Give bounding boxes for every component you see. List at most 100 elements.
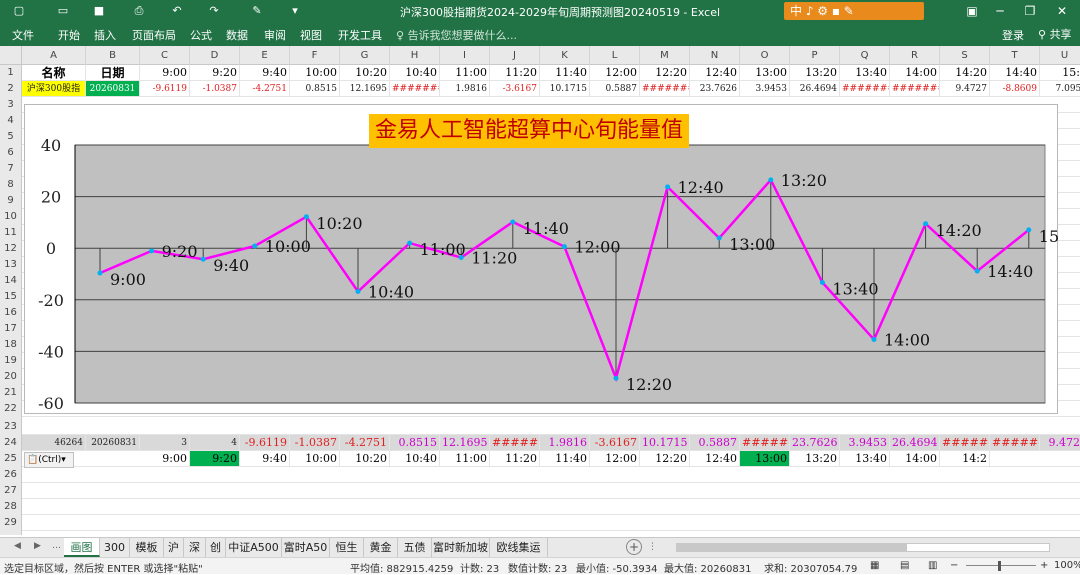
sheet-tab[interactable]: 富时新加坡 [432, 538, 490, 557]
cell[interactable]: 1.9816 [440, 81, 490, 97]
row-header[interactable]: 14 [0, 273, 21, 289]
cell[interactable]: 14:00 [890, 65, 940, 81]
data-point[interactable] [923, 221, 929, 227]
row-header[interactable]: 8 [0, 177, 21, 193]
tab-formulas[interactable]: 公式 [190, 27, 212, 43]
cell[interactable]: 15:0 [1040, 65, 1080, 81]
chart-title[interactable]: 金易人工智能超算中心旬能量值 [369, 114, 690, 148]
save-icon[interactable]: ■ [90, 3, 108, 19]
cell[interactable]: 11:40 [540, 451, 590, 467]
data-point[interactable] [871, 337, 877, 343]
row-header[interactable]: 11 [0, 225, 21, 241]
cell[interactable]: 12:00 [590, 451, 640, 467]
cell[interactable]: 0.8515 [290, 81, 340, 97]
cell[interactable]: 4 [190, 435, 240, 451]
cell[interactable]: 13:40 [840, 451, 890, 467]
column-header[interactable]: H [390, 46, 440, 65]
new-file-icon[interactable]: ▭ [54, 3, 72, 19]
tab-insert[interactable]: 插入 [94, 27, 116, 43]
cell[interactable]: 1.9816 [540, 435, 590, 451]
row-header[interactable]: 2 [0, 81, 21, 97]
column-header[interactable]: O [740, 46, 790, 65]
restore-icon[interactable]: ❐ [1016, 2, 1044, 20]
data-point[interactable] [665, 184, 671, 190]
sheet-tab[interactable]: 黄金 [364, 538, 398, 557]
format-painter-icon[interactable]: ✎ [248, 3, 266, 19]
tab-data[interactable]: 数据 [226, 27, 248, 43]
cell[interactable]: 9:40 [240, 65, 290, 81]
cell[interactable]: ######## [740, 435, 790, 451]
cell[interactable]: 9:00 [140, 65, 190, 81]
sheet-tab[interactable]: 中证A500 [226, 538, 282, 557]
column-header[interactable]: D [190, 46, 240, 65]
cell[interactable]: 3.9453 [740, 81, 790, 97]
row-header[interactable]: 13 [0, 257, 21, 273]
cell[interactable]: 11:00 [440, 65, 490, 81]
cell[interactable]: 10.1715 [640, 435, 690, 451]
data-point[interactable] [97, 270, 103, 276]
cell[interactable]: 20260831 [86, 81, 140, 97]
column-header[interactable]: S [940, 46, 990, 65]
column-header[interactable]: M [640, 46, 690, 65]
column-header[interactable]: J [490, 46, 540, 65]
cell[interactable]: -4.2751 [240, 81, 290, 97]
cell[interactable]: -4.2751 [340, 435, 390, 451]
cell[interactable]: 名称 [22, 65, 86, 81]
tab-file[interactable]: 文件 [12, 27, 34, 43]
cell[interactable]: ######## [940, 435, 990, 451]
cell[interactable]: 46264 [22, 435, 86, 451]
cell[interactable]: 11:20 [490, 451, 540, 467]
tab-home[interactable]: 开始 [58, 27, 80, 43]
cell[interactable]: 12:00 [590, 65, 640, 81]
sheet-tab[interactable]: 创 [206, 538, 226, 557]
cell[interactable]: 3.9453 [840, 435, 890, 451]
cell[interactable]: ######## [390, 81, 440, 97]
row-header[interactable]: 9 [0, 193, 21, 209]
cell[interactable]: ######## [890, 81, 940, 97]
cell[interactable]: 14:40 [990, 65, 1040, 81]
cell[interactable]: -8.8609 [990, 81, 1040, 97]
cell[interactable]: -3.6167 [490, 81, 540, 97]
sheet-tab[interactable]: 画图 [64, 538, 100, 557]
cell[interactable]: 9:00 [140, 451, 190, 467]
cell[interactable]: 13:00 [740, 65, 790, 81]
cell[interactable]: 14:00 [890, 451, 940, 467]
data-point[interactable] [974, 268, 980, 274]
data-point[interactable] [252, 243, 258, 249]
data-point[interactable] [200, 256, 206, 262]
minimize-icon[interactable]: ─ [986, 2, 1014, 20]
tab-developer[interactable]: 开发工具 [338, 27, 382, 43]
zoom-level[interactable]: 100% [1054, 560, 1080, 571]
prev-sheet-icon[interactable]: ◀ [14, 541, 21, 551]
cell[interactable]: 9:40 [240, 451, 290, 467]
data-point[interactable] [510, 219, 516, 225]
row-header[interactable]: 23 [0, 419, 21, 435]
column-header[interactable]: L [590, 46, 640, 65]
cell[interactable]: 0.8515 [390, 435, 440, 451]
cell[interactable]: 13:00 [740, 451, 790, 467]
sheet-tab[interactable]: 沪 [164, 538, 184, 557]
cell[interactable]: 0.5887 [590, 81, 640, 97]
cell[interactable]: 11:20 [490, 65, 540, 81]
data-point[interactable] [716, 235, 722, 241]
close-icon[interactable]: ✕ [1048, 2, 1076, 20]
sheet-tab[interactable]: 恒生 [330, 538, 364, 557]
row-header[interactable]: 5 [0, 129, 21, 145]
cell[interactable]: 9.4727 [1040, 435, 1080, 451]
more-sheets-icon[interactable]: … [52, 541, 61, 551]
cell[interactable]: 26.4694 [890, 435, 940, 451]
share-button[interactable]: ⚲ 共享 [1034, 24, 1076, 44]
cell[interactable]: 9:20 [190, 65, 240, 81]
column-header[interactable]: U [1040, 46, 1080, 65]
horizontal-scrollbar[interactable] [676, 543, 1050, 552]
print-preview-icon[interactable]: ⎙ [130, 3, 148, 19]
cell[interactable]: 12.1695 [340, 81, 390, 97]
cell[interactable]: 26.4694 [790, 81, 840, 97]
cell[interactable]: 3 [140, 435, 190, 451]
cell[interactable]: 12:20 [640, 65, 690, 81]
column-header[interactable]: T [990, 46, 1040, 65]
cell[interactable]: -3.6167 [590, 435, 640, 451]
row-header[interactable]: 24 [0, 435, 21, 451]
row-header[interactable]: 17 [0, 321, 21, 337]
tab-review[interactable]: 审阅 [264, 27, 286, 43]
